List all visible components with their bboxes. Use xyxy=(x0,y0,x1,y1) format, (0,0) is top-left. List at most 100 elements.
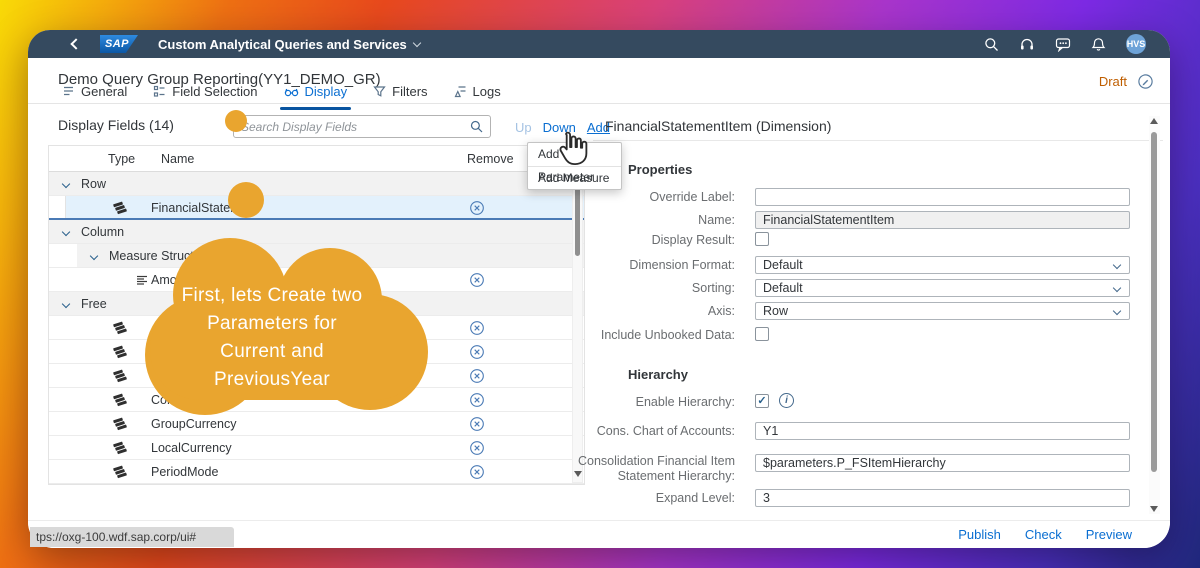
column-header-name: Name xyxy=(161,152,195,166)
field-label-include-unbooked: Include Unbooked Data: xyxy=(600,328,735,342)
row-label: LocalCurrency xyxy=(151,441,232,455)
group-row-measure-structure[interactable]: Measure Structure xyxy=(49,244,584,268)
tab-logs-label: Logs xyxy=(472,83,501,99)
remove-button[interactable] xyxy=(469,464,485,480)
column-header-type: Type xyxy=(108,152,136,166)
avatar[interactable]: HVS xyxy=(1126,34,1146,54)
remove-button[interactable] xyxy=(469,368,485,384)
publish-button[interactable]: Publish xyxy=(958,527,1001,542)
row-label: Cons xyxy=(151,393,181,407)
expand-level-input[interactable] xyxy=(755,489,1130,507)
group-row-free[interactable]: Free xyxy=(49,292,584,316)
consolidation-hierarchy-input[interactable] xyxy=(755,454,1130,472)
remove-button[interactable] xyxy=(469,440,485,456)
remove-button[interactable] xyxy=(469,272,485,288)
chevron-down-icon xyxy=(1112,306,1122,316)
app-title[interactable]: Custom Analytical Queries and Services xyxy=(158,37,422,52)
remove-button[interactable] xyxy=(469,392,485,408)
preview-button[interactable]: Preview xyxy=(1086,527,1132,542)
chevron-down-icon xyxy=(61,299,71,309)
menu-item-add-parameter[interactable]: Add Parameter xyxy=(528,143,621,184)
field-label-display-result: Display Result: xyxy=(651,233,735,247)
scroll-down-icon[interactable] xyxy=(1150,506,1158,512)
table-row-localcurrency[interactable]: LocalCurrency xyxy=(49,436,584,460)
click-indicator-dot xyxy=(225,110,247,132)
enable-hierarchy-checkbox[interactable]: ✓ xyxy=(755,394,769,408)
group-label: Column xyxy=(81,225,125,239)
axis-value: Row xyxy=(763,304,789,318)
logs-icon xyxy=(454,85,466,97)
remove-button[interactable] xyxy=(469,344,485,360)
cons-chart-of-accounts-input[interactable] xyxy=(755,422,1130,440)
click-indicator-dot xyxy=(228,182,264,218)
general-icon xyxy=(64,86,73,95)
field-actions: Up Down Add xyxy=(515,120,610,135)
remove-button[interactable] xyxy=(469,416,485,432)
dimension-icon xyxy=(113,321,127,335)
tab-field-selection[interactable]: Field Selection xyxy=(153,80,258,102)
field-selection-icon xyxy=(154,85,165,97)
group-row-column[interactable]: Column xyxy=(49,220,584,244)
chevron-down-icon xyxy=(61,179,71,189)
chevron-down-icon xyxy=(61,227,71,237)
section-title-properties: Properties xyxy=(628,162,693,177)
chevron-down-icon xyxy=(89,251,99,261)
search-icon[interactable] xyxy=(984,37,999,52)
table-row-groupcurrency[interactable]: GroupCurrency xyxy=(49,412,584,436)
dimension-icon xyxy=(113,393,127,407)
chat-icon[interactable] xyxy=(1055,37,1071,52)
tab-display[interactable]: Display xyxy=(279,80,351,110)
display-icon xyxy=(284,88,298,96)
scrollbar-thumb[interactable] xyxy=(1151,132,1157,472)
sap-logo-text: SAP xyxy=(105,38,129,50)
headset-icon[interactable] xyxy=(1019,37,1035,52)
check-button[interactable]: Check xyxy=(1025,527,1062,542)
include-unbooked-checkbox[interactable] xyxy=(755,327,769,341)
field-label-enable-hierarchy: Enable Hierarchy: xyxy=(635,395,735,409)
tab-filters-label: Filters xyxy=(392,83,428,99)
menu-item-add-measure[interactable]: Add Measure xyxy=(528,166,621,189)
tab-bar: General Field Selection Display Filters … xyxy=(62,80,501,110)
field-label-consolidation-hierarchy: Consolidation Financial Item Statement H… xyxy=(577,454,735,483)
tab-general[interactable]: General xyxy=(62,80,127,102)
table-row-amount[interactable]: Amou xyxy=(49,268,584,292)
search-icon[interactable] xyxy=(470,120,483,133)
dimension-icon xyxy=(113,201,127,215)
table-row[interactable] xyxy=(49,316,584,340)
scroll-up-icon[interactable] xyxy=(1150,118,1158,124)
table-row[interactable] xyxy=(49,340,584,364)
display-result-checkbox[interactable] xyxy=(755,232,769,246)
dimension-format-select[interactable]: Default xyxy=(755,256,1130,274)
row-label: GroupCurrency xyxy=(151,417,237,431)
axis-select[interactable]: Row xyxy=(755,302,1130,320)
section-title-hierarchy: Hierarchy xyxy=(628,367,688,382)
down-button[interactable]: Down xyxy=(543,120,576,135)
add-menu: Add Parameter Add Measure xyxy=(527,142,622,190)
properties-scrollbar[interactable] xyxy=(1149,116,1160,514)
table-row[interactable] xyxy=(49,364,584,388)
app-window: SAP Custom Analytical Queries and Servic… xyxy=(28,30,1170,548)
measure-icon xyxy=(135,273,149,287)
table-row-cons[interactable]: Cons xyxy=(49,388,584,412)
draft-info-icon[interactable] xyxy=(1137,73,1154,90)
sorting-select[interactable]: Default xyxy=(755,279,1130,297)
row-label: PeriodMode xyxy=(151,465,219,479)
back-icon[interactable] xyxy=(70,38,82,50)
bell-icon[interactable] xyxy=(1091,37,1106,52)
group-label: Row xyxy=(81,177,107,191)
info-icon[interactable]: i xyxy=(779,393,794,408)
table-row-financialstatementitem[interactable]: FinancialStatement xyxy=(49,196,584,220)
remove-button[interactable] xyxy=(469,320,485,336)
remove-button[interactable] xyxy=(469,200,485,216)
tab-filters[interactable]: Filters xyxy=(373,80,428,102)
field-label-name: Name: xyxy=(698,213,735,227)
override-label-input[interactable] xyxy=(755,188,1130,206)
group-row-row[interactable]: Row xyxy=(49,172,584,196)
properties-panel-title: FinancialStatementItem (Dimension) xyxy=(605,118,832,134)
chevron-down-icon xyxy=(1112,260,1122,270)
up-button[interactable]: Up xyxy=(515,120,532,135)
table-row-periodmode[interactable]: PeriodMode xyxy=(49,460,584,484)
name-input[interactable] xyxy=(755,211,1130,229)
tab-logs[interactable]: Logs xyxy=(454,80,501,102)
search-input[interactable] xyxy=(241,119,470,134)
